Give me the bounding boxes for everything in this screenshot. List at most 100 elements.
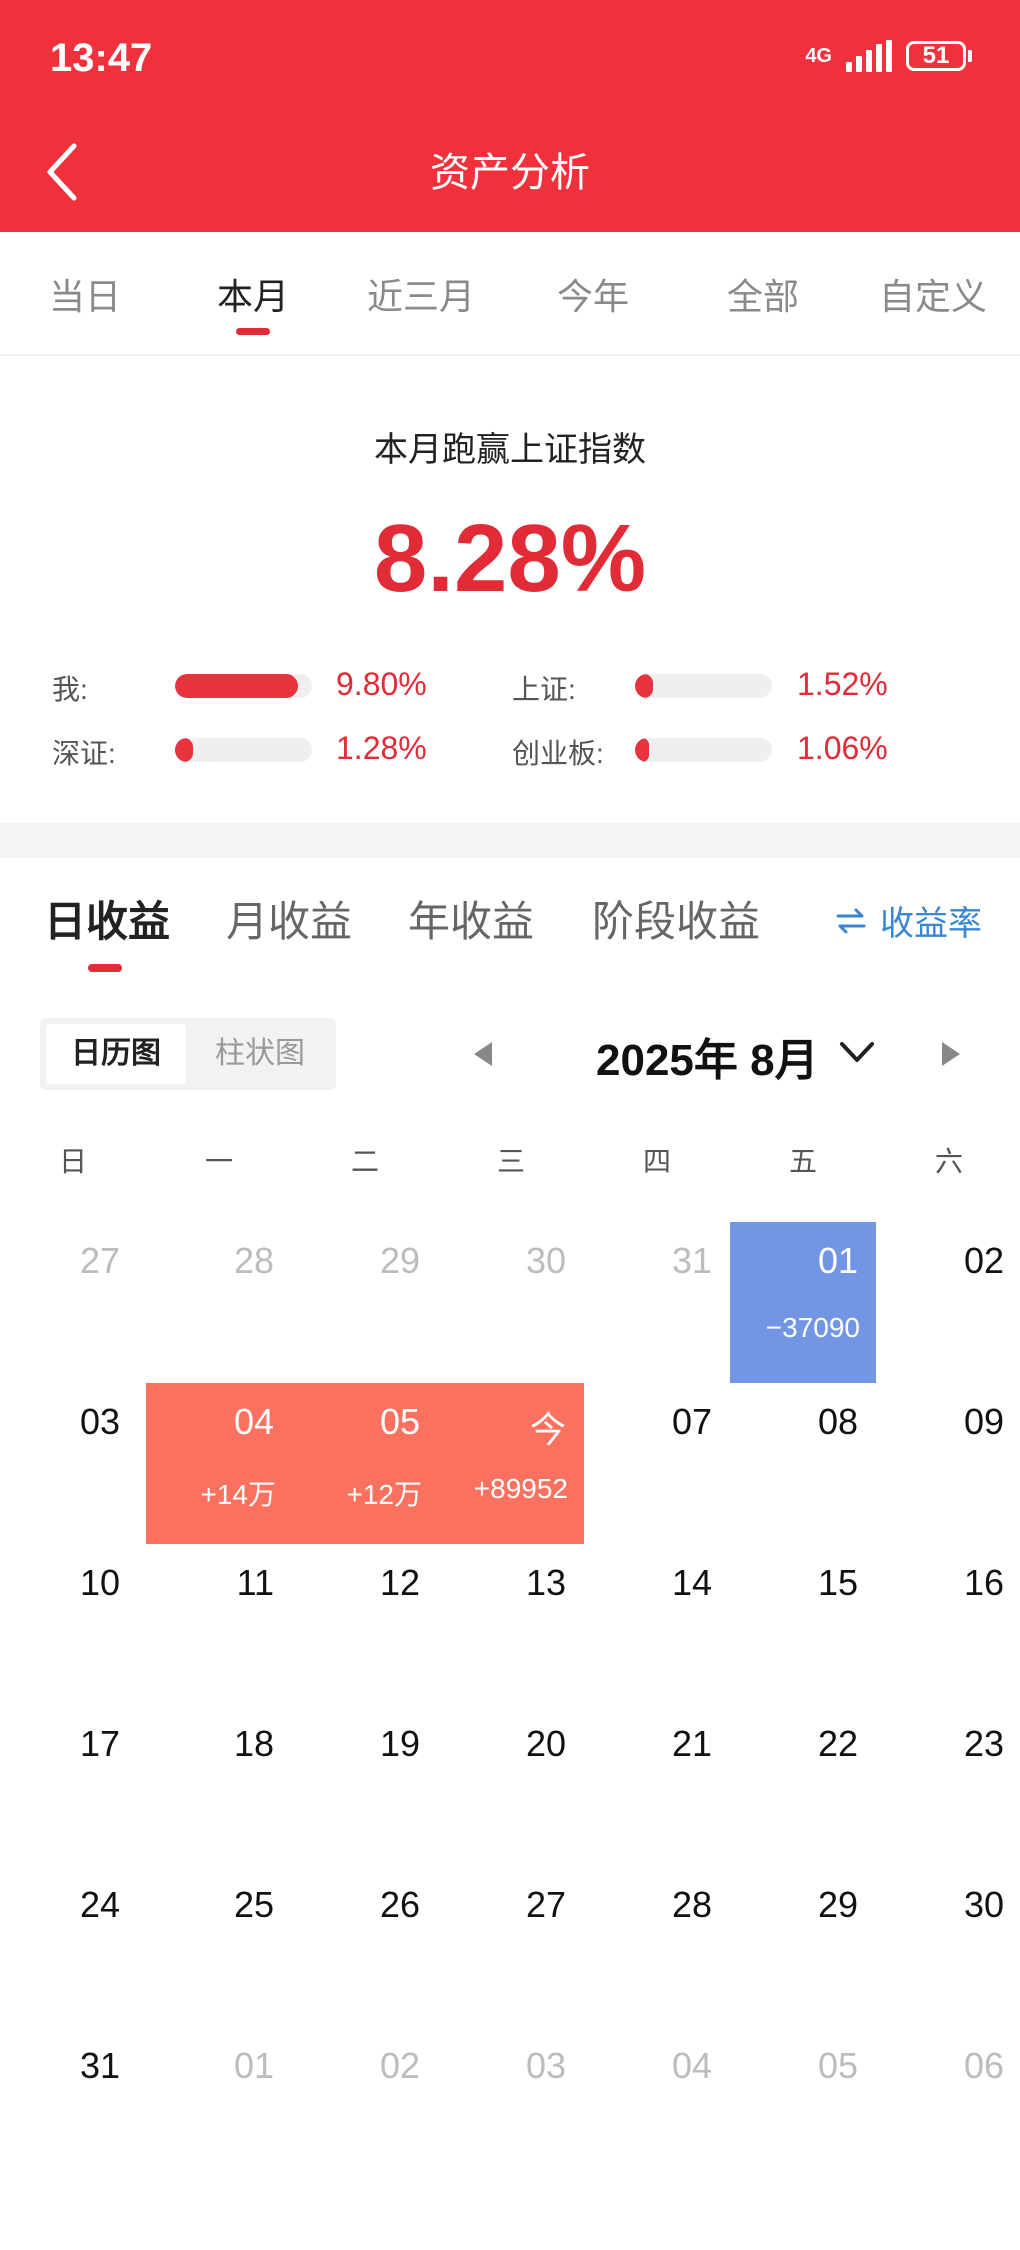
calendar-day[interactable]: 27 [0, 1222, 146, 1383]
day-number: 21 [671, 1723, 712, 1764]
signal-icon [846, 40, 892, 72]
calendar-day[interactable]: 29 [730, 1866, 876, 2027]
compare-label-chinext: 创业板: [512, 738, 604, 769]
calendar-day[interactable]: 07 [584, 1383, 730, 1544]
calendar-day[interactable]: 29 [292, 1222, 438, 1383]
day-number: 26 [379, 1884, 420, 1925]
calendar-day[interactable]: 03 [438, 2027, 584, 2188]
day-number: 08 [817, 1401, 858, 1442]
tab-monthly-profit[interactable]: 月收益 [226, 888, 352, 949]
tab-three-months[interactable]: 近三月 [336, 268, 506, 320]
day-number: 03 [79, 1401, 120, 1442]
day-profit: −37090 [765, 1312, 860, 1343]
calendar-day[interactable]: 31 [0, 2027, 146, 2188]
calendar-day[interactable]: 01 −37090 [730, 1222, 876, 1383]
chart-type-toggle: 日历图 柱状图 [40, 1018, 336, 1090]
calendar-day[interactable]: 31 [584, 1222, 730, 1383]
calendar-day[interactable]: 28 [584, 1866, 730, 2027]
day-number: 27 [79, 1240, 120, 1281]
calendar-day[interactable]: 04 [584, 2027, 730, 2188]
tab-this-month[interactable]: 本月 [168, 268, 338, 320]
calendar-day[interactable]: 20 [438, 1705, 584, 1866]
calendar-day[interactable]: 05 +12万 [292, 1383, 438, 1544]
calendar-day[interactable]: 12 [292, 1544, 438, 1705]
day-number: 27 [525, 1884, 566, 1925]
compare-label-shenzhen: 深证: [52, 738, 116, 769]
page-title: 资产分析 [430, 151, 590, 195]
prev-month-icon[interactable] [474, 1042, 492, 1066]
month-label[interactable]: 2025年 8月 [596, 1024, 819, 1088]
bar-chart-view-button[interactable]: 柱状图 [190, 1024, 330, 1084]
compare-value-chinext: 1.06% [797, 730, 888, 766]
calendar-day[interactable]: 24 [0, 1866, 146, 2027]
calendar-day[interactable]: 10 [0, 1544, 146, 1705]
day-number: 28 [671, 1884, 712, 1925]
day-number: 29 [379, 1240, 420, 1281]
calendar-day[interactable]: 15 [730, 1544, 876, 1705]
tab-today[interactable]: 当日 [0, 268, 170, 320]
day-number: 10 [79, 1562, 120, 1603]
calendar-day[interactable]: 02 [292, 2027, 438, 2188]
calendar-view-button[interactable]: 日历图 [46, 1024, 186, 1084]
day-number: 11 [236, 1562, 274, 1603]
tab-yearly-profit[interactable]: 年收益 [408, 888, 534, 949]
calendar-day[interactable]: 08 [730, 1383, 876, 1544]
calendar-day[interactable]: 21 [584, 1705, 730, 1866]
day-number: 14 [671, 1562, 712, 1603]
next-month-icon[interactable] [942, 1042, 960, 1066]
day-number: 02 [379, 2045, 420, 2086]
calendar-day[interactable]: 30 [438, 1222, 584, 1383]
day-number: 07 [671, 1401, 712, 1442]
rate-toggle-button[interactable]: 收益率 [836, 896, 982, 945]
weekday-sun: 日 [58, 1146, 87, 1177]
calendar-day[interactable]: 16 [876, 1544, 1020, 1705]
calendar-day[interactable]: 26 [292, 1866, 438, 2027]
day-profit: +89952 [473, 1473, 568, 1504]
day-number: 04 [233, 1401, 274, 1442]
compare-label-shanghai: 上证: [512, 674, 576, 705]
calendar-day[interactable]: 23 [876, 1705, 1020, 1866]
calendar-day[interactable]: 25 [146, 1866, 292, 2027]
battery-level: 51 [906, 41, 966, 71]
weekday-sat: 六 [934, 1146, 963, 1177]
calendar-day[interactable]: 17 [0, 1705, 146, 1866]
calendar-day[interactable]: 04 +14万 [146, 1383, 292, 1544]
calendar-day[interactable]: 03 [0, 1383, 146, 1544]
day-number: 17 [79, 1723, 120, 1764]
calendar-day[interactable]: 30 [876, 1866, 1020, 2027]
calendar-day[interactable]: 06 [876, 2027, 1020, 2188]
weekday-wed: 三 [496, 1146, 525, 1177]
summary-title: 本月跑赢上证指数 [374, 431, 646, 469]
tab-custom[interactable]: 自定义 [848, 268, 1018, 320]
calendar-day[interactable]: 27 [438, 1866, 584, 2027]
chevron-down-icon[interactable] [838, 1040, 876, 1064]
tab-period-profit[interactable]: 阶段收益 [592, 888, 760, 949]
status-time: 13:47 [50, 36, 153, 80]
calendar-day[interactable]: 05 [730, 2027, 876, 2188]
day-number: 31 [671, 1240, 712, 1281]
day-number: 29 [817, 1884, 858, 1925]
calendar-day[interactable]: 今 +89952 [438, 1383, 584, 1544]
calendar-day[interactable]: 11 [146, 1544, 292, 1705]
calendar-day[interactable]: 13 [438, 1544, 584, 1705]
calendar-day[interactable]: 14 [584, 1544, 730, 1705]
tab-all[interactable]: 全部 [678, 268, 848, 320]
calendar-day[interactable]: 01 [146, 2027, 292, 2188]
compare-bar-me [175, 674, 312, 698]
calendar-day[interactable]: 22 [730, 1705, 876, 1866]
calendar-day[interactable]: 28 [146, 1222, 292, 1383]
day-number: 02 [963, 1240, 1004, 1281]
day-number: 18 [233, 1723, 274, 1764]
calendar-day[interactable]: 18 [146, 1705, 292, 1866]
tab-this-year[interactable]: 今年 [508, 268, 678, 320]
day-number: 22 [817, 1723, 858, 1764]
day-number: 25 [233, 1884, 274, 1925]
calendar-day[interactable]: 09 [876, 1383, 1020, 1544]
day-profit: +14万 [200, 1479, 277, 1510]
calendar-day[interactable]: 02 [876, 1222, 1020, 1383]
calendar-day[interactable]: 19 [292, 1705, 438, 1866]
tab-daily-profit[interactable]: 日收益 [44, 888, 170, 949]
day-number: 24 [79, 1884, 120, 1925]
compare-bar-shenzhen [175, 738, 312, 762]
weekday-thu: 四 [642, 1146, 671, 1177]
